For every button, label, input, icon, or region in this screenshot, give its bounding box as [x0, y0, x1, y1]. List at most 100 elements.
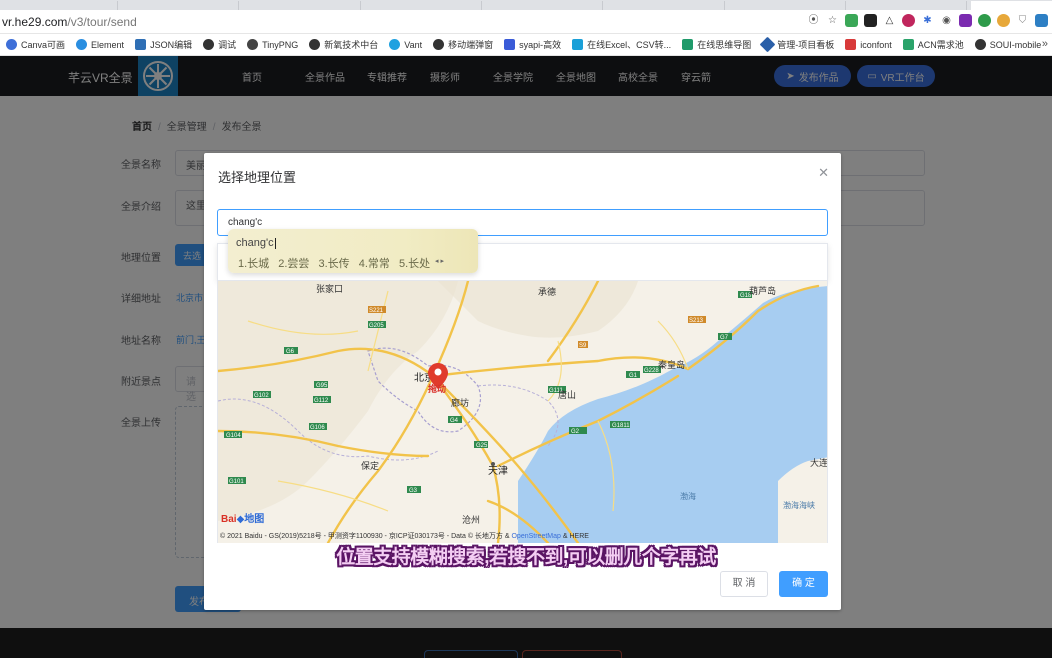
- star-icon[interactable]: ☆: [826, 14, 839, 27]
- ime-candidate[interactable]: 5.长处: [399, 258, 430, 270]
- browser-tab[interactable]: [364, 1, 483, 10]
- extension-icon[interactable]: [997, 14, 1010, 27]
- road-label: G3: [409, 488, 418, 494]
- extension-icon[interactable]: [1035, 14, 1048, 27]
- map-copyright: © 2021 Baidu - GS(2019)5218号 - 甲测资字11009…: [220, 531, 589, 541]
- bookmark-label: 管理-项目看板: [777, 40, 835, 50]
- sea-label: 渤海: [680, 491, 696, 501]
- bookmark-icon: [682, 39, 694, 50]
- browser-tab[interactable]: [121, 1, 240, 10]
- extension-icon[interactable]: ✱: [921, 14, 934, 27]
- openstreetmap-link[interactable]: OpenStreetMap: [511, 533, 560, 540]
- close-icon[interactable]: ✕: [818, 165, 829, 181]
- bookmark-item[interactable]: Vant: [389, 39, 422, 50]
- bookmark-item[interactable]: 移动端弹窗: [433, 38, 493, 51]
- video-subtitle: 位置支持模糊搜索,若搜不到,可以删几个字再试: [336, 547, 716, 568]
- extension-icon[interactable]: [978, 14, 991, 27]
- bookmark-item[interactable]: 管理-项目看板: [759, 36, 835, 53]
- bookmark-item[interactable]: Element: [76, 39, 124, 50]
- cancel-button[interactable]: 取 消: [720, 571, 768, 597]
- browser-tab[interactable]: [607, 1, 725, 10]
- bookmark-label: Element: [91, 39, 125, 50]
- bookmark-icon: [845, 39, 857, 50]
- browser-tab-active[interactable]: [970, 1, 1052, 10]
- url-host: vr.he29.com: [2, 15, 68, 29]
- browser-tab[interactable]: [728, 1, 847, 10]
- road-label: G2: [571, 429, 580, 435]
- city-label-tianjin: 天津: [488, 465, 508, 477]
- confirm-button[interactable]: 确 定: [779, 571, 828, 597]
- ime-candidate[interactable]: 3.长传: [319, 258, 350, 270]
- bookmark-label: JSON编辑: [150, 40, 193, 50]
- bookmark-label: Canva可画: [21, 40, 66, 50]
- bookmark-icon: [247, 39, 259, 50]
- browser-tab[interactable]: [243, 1, 361, 10]
- bookmarks-bar: Canva可画 Element JSON编辑 调试 TinyPNG 新氧技术中台…: [0, 34, 1052, 56]
- bookmark-item[interactable]: SOUI-mobile: [974, 39, 1041, 50]
- bookmark-icon: [309, 39, 321, 50]
- bookmark-item[interactable]: iconfont: [845, 39, 892, 50]
- marker-label: 拖动: [428, 383, 446, 394]
- ime-page-arrows-icon[interactable]: ◂ ▸: [435, 257, 444, 265]
- baidu-map-logo[interactable]: Bai◆地图: [221, 510, 264, 525]
- city-label: 大连: [810, 457, 828, 468]
- url-text[interactable]: vr.he29.com/v3/tour/send: [2, 15, 137, 29]
- ime-composition: chang'c: [236, 237, 276, 249]
- bookmark-item[interactable]: 新氧技术中台: [309, 38, 378, 51]
- copyright-tail: & HERE: [560, 533, 589, 540]
- dialog-title: 选择地理位置: [218, 170, 297, 185]
- baidu-logo-du: 地图: [244, 514, 265, 525]
- city-label: 廊坊: [451, 397, 469, 408]
- bookmark-item[interactable]: 在线Excel、CSV转...: [572, 38, 671, 51]
- city-label: 葫芦岛: [749, 285, 776, 296]
- city-label: 保定: [361, 460, 379, 471]
- extension-icon[interactable]: [864, 14, 877, 27]
- copyright-text: © 2021 Baidu - GS(2019)5218号 - 甲测资字11009…: [220, 533, 512, 540]
- extension-icon[interactable]: [845, 14, 858, 27]
- bookmark-item[interactable]: Canva可画: [6, 38, 65, 51]
- bookmark-item[interactable]: JSON编辑: [135, 38, 192, 51]
- ime-candidate[interactable]: 1.长城: [238, 258, 269, 270]
- bookmark-label: 新氧技术中台: [324, 40, 379, 50]
- extension-icon[interactable]: ◉: [940, 14, 953, 27]
- browser-tab[interactable]: [849, 1, 968, 10]
- road-label: G101: [229, 479, 244, 485]
- city-label: 承德: [538, 286, 556, 297]
- road-label: G112: [314, 398, 329, 404]
- road-label: G25: [476, 443, 488, 449]
- ime-candidates: 1.长城 2.尝尝 3.长传 4.常常 5.长处: [238, 255, 436, 271]
- location-icon[interactable]: ⦿: [807, 14, 820, 27]
- ime-composition-text: chang'c: [236, 237, 274, 249]
- sea-label: 渤海海峡: [783, 500, 815, 510]
- bookmark-item[interactable]: ACN需求池: [902, 38, 964, 51]
- extension-icon[interactable]: [902, 14, 915, 27]
- bookmark-icon: [135, 39, 147, 50]
- ime-candidate[interactable]: 2.尝尝: [278, 258, 309, 270]
- baidu-map[interactable]: G6 G1 G95 G2 G1811 G106 G104 G3 G25 G4 G…: [217, 281, 828, 543]
- bookmark-icon: [974, 39, 986, 50]
- extension-icon[interactable]: [959, 14, 972, 27]
- bookmark-item[interactable]: 在线思维导图: [682, 38, 751, 51]
- bookmark-item[interactable]: 调试: [203, 38, 236, 51]
- road-label: G7: [720, 335, 729, 341]
- bookmark-item[interactable]: TinyPNG: [247, 39, 298, 50]
- browser-tab[interactable]: [0, 1, 118, 10]
- ime-candidate[interactable]: 4.常常: [359, 258, 390, 270]
- road-label: S221: [369, 308, 384, 314]
- bookmark-icon: [433, 39, 445, 50]
- bookmark-icon: [76, 39, 88, 50]
- baidu-logo-text: Bai: [221, 514, 237, 525]
- address-bar[interactable]: vr.he29.com/v3/tour/send ⦿ ☆ △ ✱ ◉ ⛉: [0, 10, 1052, 34]
- bookmark-icon: [504, 39, 516, 50]
- extensions-area: ⦿ ☆ △ ✱ ◉ ⛉: [807, 14, 1048, 27]
- bookmark-label: syapi-高效: [519, 40, 562, 50]
- bookmarks-more-icon[interactable]: »: [1042, 38, 1048, 50]
- extension-icon[interactable]: ⛉: [1016, 14, 1029, 27]
- bookmark-label: Vant: [404, 39, 423, 50]
- bookmark-label: 调试: [218, 40, 237, 50]
- bookmark-icon: [759, 36, 776, 53]
- browser-tab[interactable]: [485, 1, 604, 10]
- bookmark-item[interactable]: syapi-高效: [504, 38, 561, 51]
- road-label: G104: [226, 433, 241, 439]
- extension-icon[interactable]: △: [883, 14, 896, 27]
